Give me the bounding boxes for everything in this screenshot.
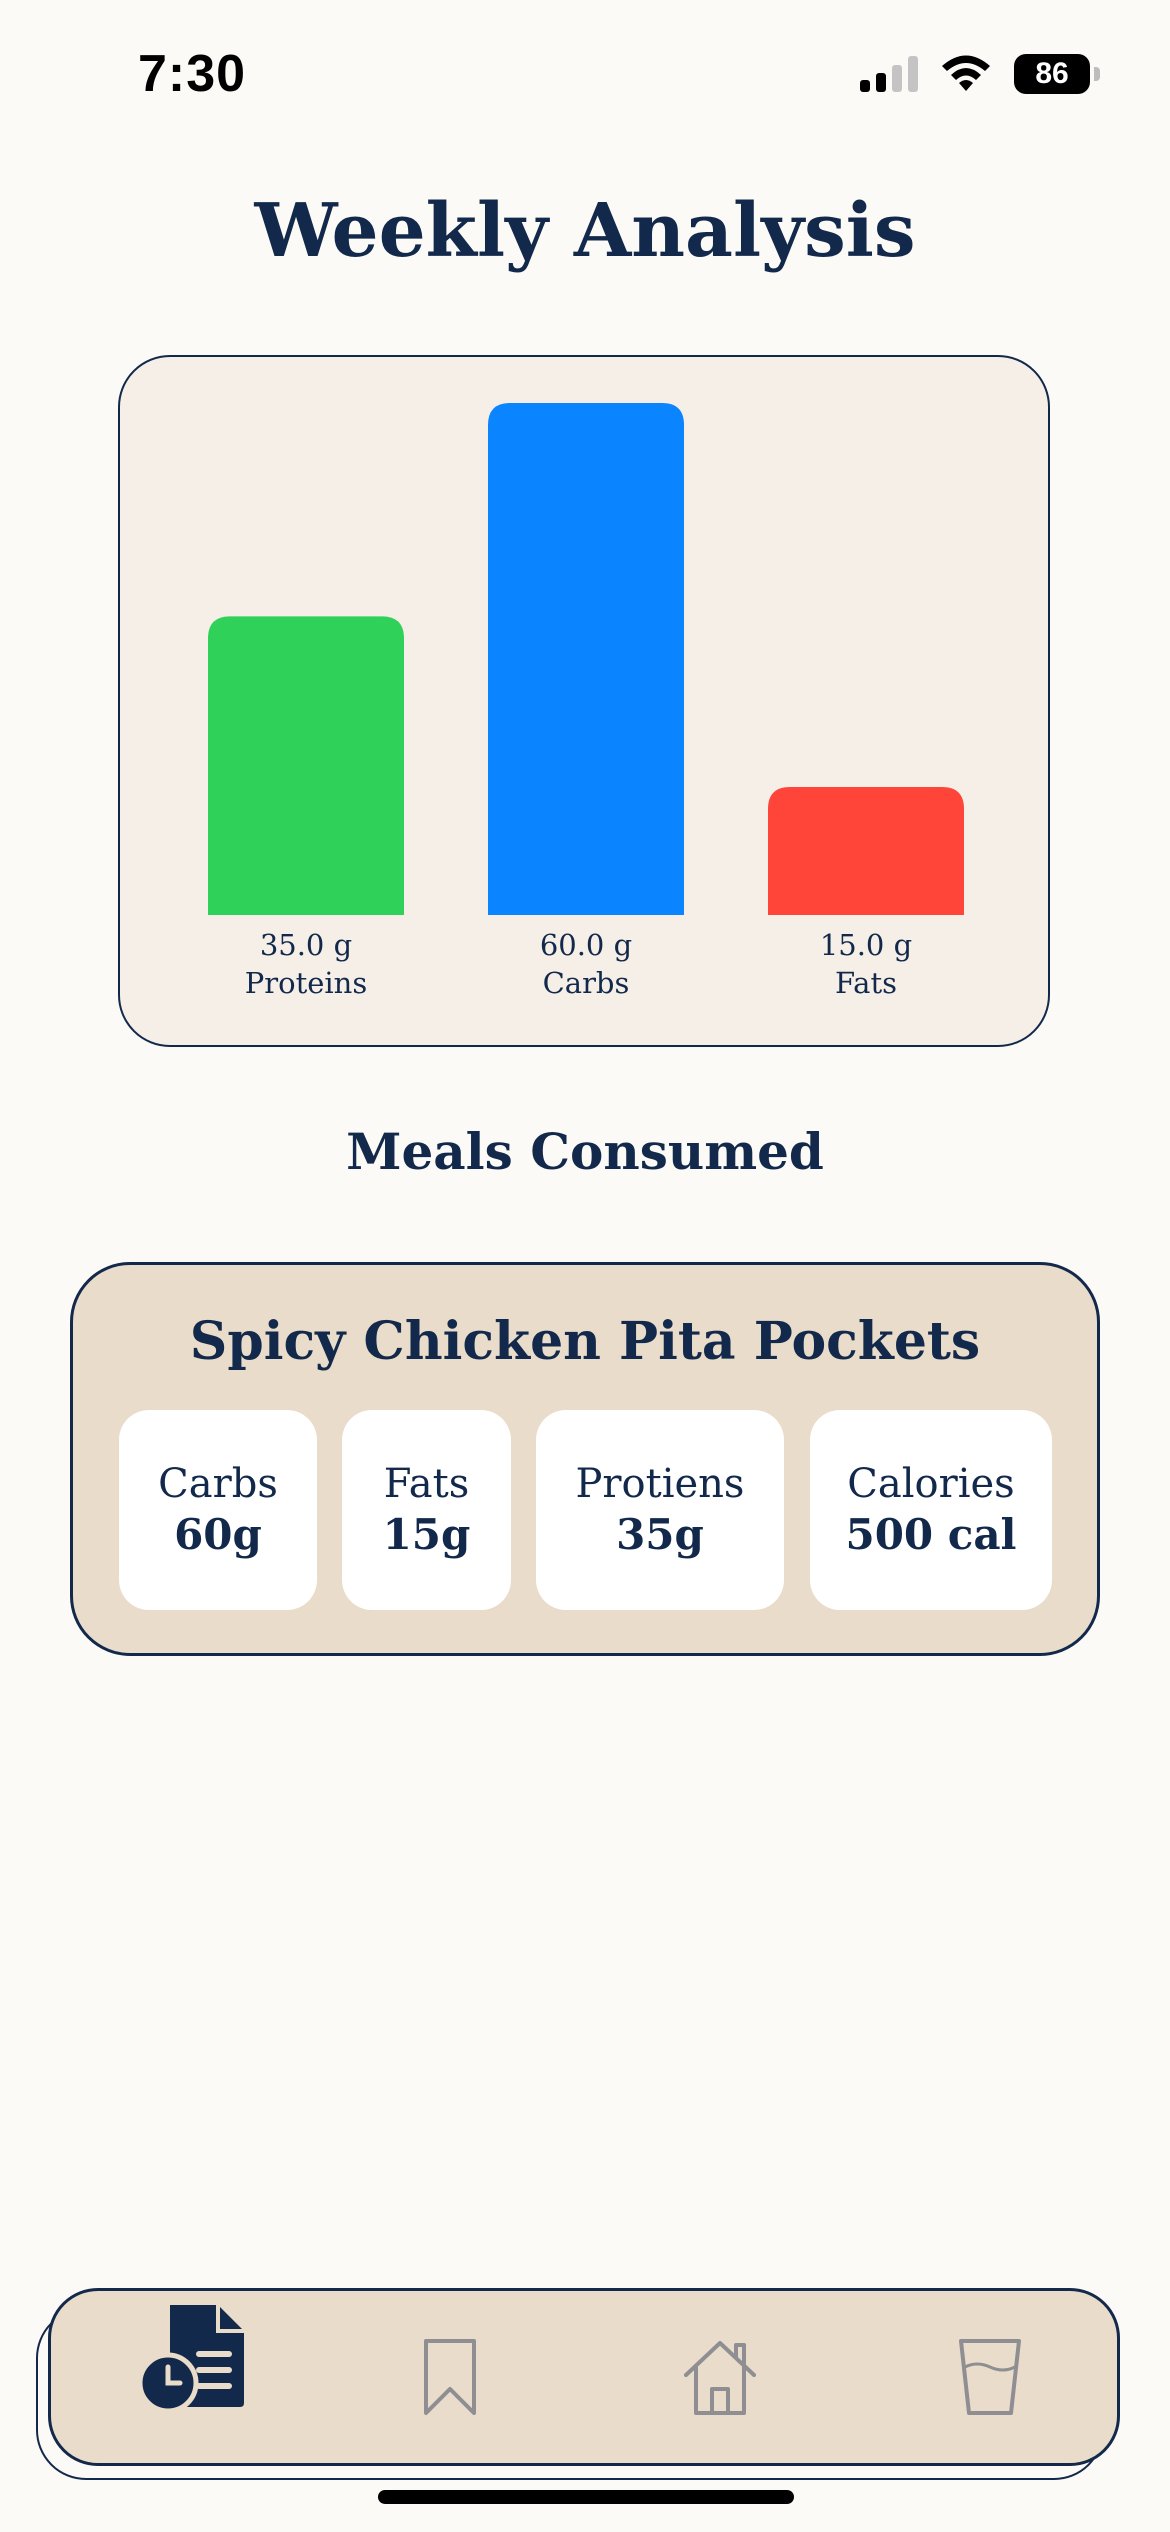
page-title: Weekly Analysis bbox=[254, 188, 916, 274]
chart-value-label: 15.0 g bbox=[820, 928, 912, 962]
nutrient-fats: Fats 15g bbox=[342, 1410, 511, 1610]
tab-home[interactable] bbox=[640, 2291, 800, 2463]
status-icons: 86 bbox=[860, 54, 1100, 94]
nutrient-value: 35g bbox=[616, 1510, 704, 1559]
nutrient-calories: Calories 500 cal bbox=[810, 1410, 1052, 1610]
status-bar: 7:30 86 bbox=[0, 0, 1170, 150]
home-icon bbox=[684, 2341, 756, 2415]
chart-value-label: 60.0 g bbox=[540, 928, 632, 962]
nutrient-carbs: Carbs 60g bbox=[119, 1410, 317, 1610]
meal-name: Spicy Chicken Pita Pockets bbox=[189, 1311, 981, 1372]
cellular-signal-icon bbox=[860, 56, 918, 92]
meals-section-title: Meals Consumed bbox=[346, 1122, 824, 1181]
battery-level: 86 bbox=[1014, 54, 1090, 94]
tab-meal-history[interactable] bbox=[115, 2271, 275, 2443]
meal-history-icon bbox=[140, 2305, 244, 2413]
chart-category-label: Proteins bbox=[245, 966, 368, 1000]
water-glass-icon bbox=[959, 2339, 1021, 2415]
nutrient-label: Protiens bbox=[575, 1461, 745, 1507]
nutrient-label: Calories bbox=[847, 1461, 1015, 1507]
home-indicator bbox=[378, 2490, 794, 2504]
tab-water[interactable] bbox=[910, 2291, 1070, 2463]
nutrient-protiens: Protiens 35g bbox=[536, 1410, 784, 1610]
tab-bookmarks[interactable] bbox=[370, 2291, 530, 2463]
chart-value-label: 35.0 g bbox=[260, 928, 352, 962]
bookmark-icon bbox=[424, 2339, 476, 2415]
macros-bar-chart: 35.0 g Proteins 60.0 g Carbs 15.0 g Fats bbox=[208, 403, 964, 1000]
chart-bar-carbs bbox=[488, 403, 684, 915]
nutrient-label: Fats bbox=[383, 1461, 470, 1507]
nutrient-value: 60g bbox=[174, 1510, 262, 1559]
wifi-icon bbox=[942, 55, 990, 91]
chart-category-label: Fats bbox=[835, 966, 897, 1000]
chart-category-label: Carbs bbox=[543, 966, 630, 1000]
nutrient-label: Carbs bbox=[158, 1461, 278, 1507]
battery-tip bbox=[1094, 67, 1100, 81]
status-time: 7:30 bbox=[138, 45, 247, 103]
nutrient-value: 15g bbox=[382, 1510, 471, 1559]
battery-icon: 86 bbox=[1014, 54, 1100, 94]
macros-chart-card: 35.0 g Proteins 60.0 g Carbs 15.0 g Fats bbox=[118, 355, 1050, 1047]
chart-bar-fats bbox=[768, 787, 964, 915]
tab-bar bbox=[48, 2288, 1120, 2466]
meal-card[interactable]: Spicy Chicken Pita Pockets Carbs 60g Fat… bbox=[70, 1262, 1100, 1656]
nutrient-value: 500 cal bbox=[845, 1510, 1017, 1559]
chart-bar-proteins bbox=[208, 616, 404, 915]
